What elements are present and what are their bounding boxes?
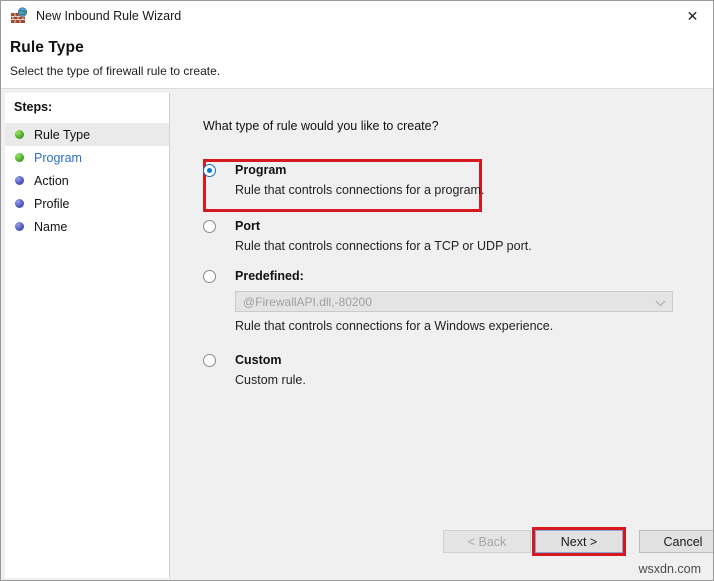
page-title: Rule Type bbox=[10, 39, 84, 57]
wizard-header: Rule Type Select the type of firewall ru… bbox=[1, 31, 714, 89]
radio-icon-port[interactable] bbox=[203, 220, 216, 233]
close-icon[interactable]: ✕ bbox=[670, 1, 714, 31]
new-inbound-rule-wizard-window: New Inbound Rule Wizard ✕ Rule Type Sele… bbox=[0, 0, 714, 581]
step-bullet-icon bbox=[15, 153, 24, 162]
sidebar-item-profile[interactable]: Profile bbox=[5, 192, 169, 215]
option-group-program: Program Rule that controls connections f… bbox=[203, 163, 663, 198]
content-pane: What type of rule would you like to crea… bbox=[171, 89, 713, 580]
steps-list: Rule Type Program Action Profile Name bbox=[5, 123, 169, 238]
sidebar-item-label: Program bbox=[34, 151, 82, 165]
radio-option-custom[interactable]: Custom Custom rule. bbox=[203, 353, 663, 388]
sidebar-item-program[interactable]: Program bbox=[5, 146, 169, 169]
option-title: Predefined: bbox=[235, 269, 663, 284]
option-description: Rule that controls connections for a TCP… bbox=[235, 239, 663, 254]
sidebar-item-label: Action bbox=[34, 174, 69, 188]
sidebar-item-action[interactable]: Action bbox=[5, 169, 169, 192]
step-bullet-icon bbox=[15, 176, 24, 185]
option-description: Custom rule. bbox=[235, 373, 663, 388]
radio-icon-program[interactable] bbox=[203, 164, 216, 177]
step-bullet-icon bbox=[15, 130, 24, 139]
sidebar-item-label: Name bbox=[34, 220, 67, 234]
option-description: Rule that controls connections for a pro… bbox=[235, 183, 663, 198]
radio-icon-custom[interactable] bbox=[203, 354, 216, 367]
cancel-button[interactable]: Cancel bbox=[639, 530, 714, 553]
option-title: Port bbox=[235, 219, 663, 234]
step-bullet-icon bbox=[15, 199, 24, 208]
page-subtitle: Select the type of firewall rule to crea… bbox=[10, 64, 220, 78]
option-group-custom: Custom Custom rule. bbox=[203, 353, 663, 388]
sidebar-item-rule-type[interactable]: Rule Type bbox=[5, 123, 169, 146]
radio-option-predefined[interactable]: Predefined: @FirewallAPI.dll,-80200 Rule… bbox=[203, 269, 663, 334]
back-button[interactable]: < Back bbox=[443, 530, 531, 553]
steps-sidebar: Steps: Rule Type Program Action Profile bbox=[5, 93, 170, 578]
radio-option-program[interactable]: Program Rule that controls connections f… bbox=[203, 163, 663, 198]
window-title: New Inbound Rule Wizard bbox=[36, 9, 181, 23]
steps-heading: Steps: bbox=[14, 100, 52, 114]
predefined-dropdown-value: @FirewallAPI.dll,-80200 bbox=[236, 295, 372, 309]
option-title: Custom bbox=[235, 353, 663, 368]
option-title: Program bbox=[235, 163, 663, 178]
firewall-brick-globe-icon bbox=[10, 7, 28, 25]
wizard-button-row: < Back Next > Cancel bbox=[171, 526, 713, 566]
step-bullet-icon bbox=[15, 222, 24, 231]
sidebar-item-label: Profile bbox=[34, 197, 69, 211]
watermark: wsxdn.com bbox=[638, 562, 701, 576]
radio-option-port[interactable]: Port Rule that controls connections for … bbox=[203, 219, 663, 254]
title-bar: New Inbound Rule Wizard ✕ bbox=[1, 1, 714, 31]
chevron-down-icon bbox=[656, 296, 666, 306]
option-description: Rule that controls connections for a Win… bbox=[235, 319, 663, 334]
body-area: Steps: Rule Type Program Action Profile bbox=[1, 89, 713, 580]
question-text: What type of rule would you like to crea… bbox=[203, 119, 439, 133]
option-group-predefined: Predefined: @FirewallAPI.dll,-80200 Rule… bbox=[203, 269, 663, 334]
sidebar-item-name[interactable]: Name bbox=[5, 215, 169, 238]
sidebar-item-label: Rule Type bbox=[34, 128, 90, 142]
next-button[interactable]: Next > bbox=[535, 530, 623, 553]
radio-icon-predefined[interactable] bbox=[203, 270, 216, 283]
option-group-port: Port Rule that controls connections for … bbox=[203, 219, 663, 254]
predefined-dropdown[interactable]: @FirewallAPI.dll,-80200 bbox=[235, 291, 673, 312]
